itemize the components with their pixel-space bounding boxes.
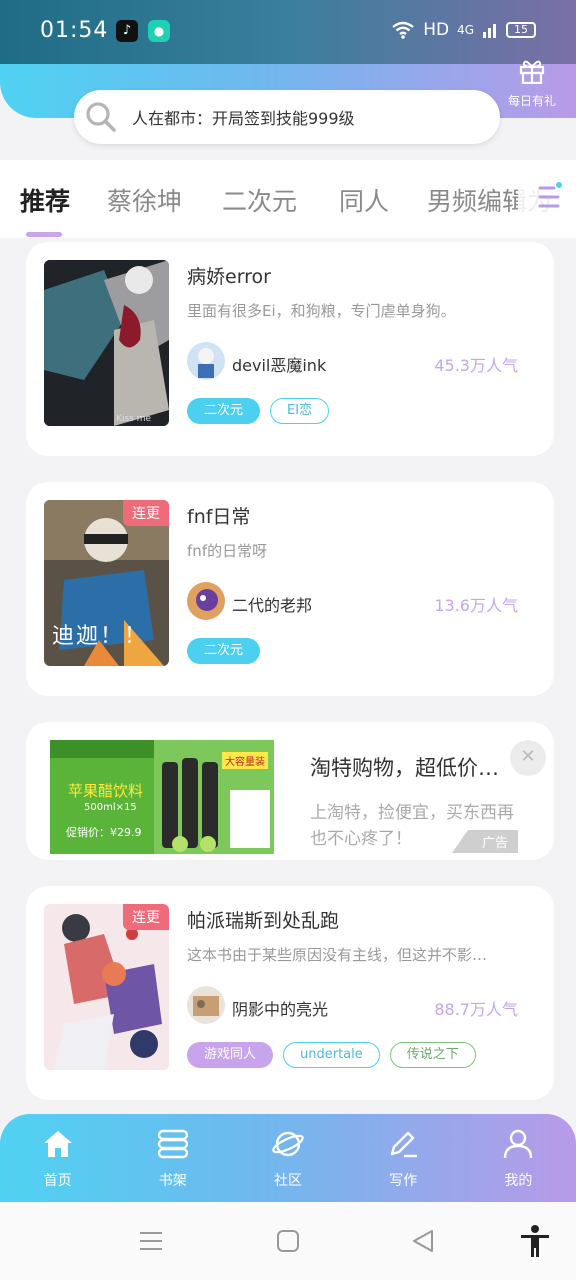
recents-icon[interactable] [138,1228,164,1254]
nav-profile[interactable]: 我的 [461,1114,576,1202]
nav-label: 首页 [43,1173,72,1189]
cover-caption: 迪迦！！ [52,624,149,649]
home-square-icon[interactable] [276,1229,300,1253]
ad-card[interactable]: 苹果醋饮料 500ml×15 促销价：¥29.9 大容量装 淘特购物，超低价… … [26,722,554,860]
tab-recommend[interactable]: 推荐 [20,182,70,218]
tab-menu-button[interactable] [518,174,564,220]
book-cover: 连更 [44,904,169,1070]
tag-chip[interactable]: 二次元 [187,398,261,424]
avatar [187,986,225,1024]
bottom-navigation: 首页 书架 社区 写作 我的 [0,1114,576,1202]
search-icon [86,102,116,132]
close-ad-button[interactable]: ✕ [510,740,546,776]
book-title: fnf日常 [187,506,251,528]
gift-label: 每日有礼 [507,94,556,108]
cover-art-1 [44,260,169,426]
pen-icon [391,1131,418,1158]
ad-image-line1: 苹果醋饮料 [68,782,144,800]
wifi-icon [392,21,414,39]
tag-chip[interactable]: 传说之下 [389,1042,476,1068]
gift-icon [519,60,545,85]
ad-image-tag: 大容量装 [222,752,268,769]
tag-chip[interactable]: EI恋 [270,398,330,424]
author-name: 阴影中的亮光 [232,1000,329,1019]
tiktok-icon: ♪ [116,20,138,42]
popularity-count: 13.6万人气 [434,596,518,615]
ad-title: 淘特购物，超低价… [310,756,499,780]
active-tab-indicator [26,232,62,237]
nav-label: 我的 [504,1173,533,1189]
tab-fanfic[interactable]: 同人 [339,182,389,218]
tag-chip[interactable]: 游戏同人 [187,1042,274,1068]
tag-chip[interactable]: undertale [283,1042,380,1068]
battery-icon: 15 [506,22,536,38]
nav-label: 书架 [158,1173,187,1189]
tab-anime[interactable]: 二次元 [222,182,297,218]
ad-image-line2: 500ml×15 [84,802,137,813]
book-title: 病娇error [187,266,271,288]
back-icon[interactable] [410,1228,436,1254]
update-badge: 连更 [123,500,169,526]
book-description: 这本书由于某些原因没有主线，但这并不影… [187,946,488,964]
tab-caixukun[interactable]: 蔡徐坤 [107,182,182,218]
search-bar[interactable]: 人在都市：开局签到技能999级 [74,90,500,144]
menu-icon [538,182,562,208]
network-label: HD [423,20,450,40]
chat-app-icon: ● [148,20,170,42]
status-bar: 01:54 ♪ ● HD 4G 15 [0,0,576,64]
book-title: 帕派瑞斯到处乱跑 [187,910,340,932]
book-cover: Kiss me [44,260,169,426]
accessibility-icon[interactable] [518,1224,552,1258]
book-card[interactable]: 连更 迪迦！！ fnf日常 fnf的日常呀 二代的老邦 13.6万人气 二次元 [26,482,554,696]
category-tabs: 推荐 蔡徐坤 二次元 同人 男频编辑为 [0,160,576,238]
profile-icon [504,1129,533,1159]
book-description: fnf的日常呀 [187,542,268,560]
status-time: 01:54 [40,18,109,43]
tag-chip[interactable]: 二次元 [187,638,261,664]
ad-image-line3: 促销价：¥29.9 [66,826,142,839]
home-icon [43,1131,72,1157]
nav-write[interactable]: 写作 [346,1114,461,1202]
book-card[interactable]: 连更 帕派瑞斯到处乱跑 这本书由于某些原因没有主线，但这并不影… 阴影中的亮光 … [26,886,554,1100]
author-name: devil恶魔ink [232,356,327,375]
popularity-count: 88.7万人气 [434,1000,518,1019]
status-indicators: HD 4G 15 [391,20,536,40]
signal-icon [483,24,496,38]
author-name: 二代的老邦 [232,596,313,615]
cover-caption: Kiss me [116,414,151,424]
nav-bookshelf[interactable]: 书架 [115,1114,230,1202]
avatar [187,582,225,620]
nav-label: 写作 [389,1173,418,1189]
avatar [187,342,225,380]
nav-label: 社区 [274,1173,302,1189]
system-navigation [0,1202,576,1280]
bookshelf-icon [157,1129,188,1159]
update-badge: 连更 [123,904,169,930]
planet-icon [272,1131,304,1157]
book-cover: 连更 迪迦！！ [44,500,169,666]
nav-home[interactable]: 首页 [0,1114,115,1202]
popularity-count: 45.3万人气 [434,356,518,375]
nav-community[interactable]: 社区 [230,1114,345,1202]
book-description: 里面有很多Ei，和狗粮，专门虐单身狗。 [187,302,456,320]
daily-gift-button[interactable]: 每日有礼 [504,58,560,109]
ad-image: 苹果醋饮料 500ml×15 促销价：¥29.9 大容量装 [50,740,274,854]
search-placeholder: 人在都市：开局签到技能999级 [132,109,355,128]
signal-label: 4G [457,23,474,37]
book-card[interactable]: Kiss me 病娇error 里面有很多Ei，和狗粮，专门虐单身狗。 devi… [26,242,554,456]
